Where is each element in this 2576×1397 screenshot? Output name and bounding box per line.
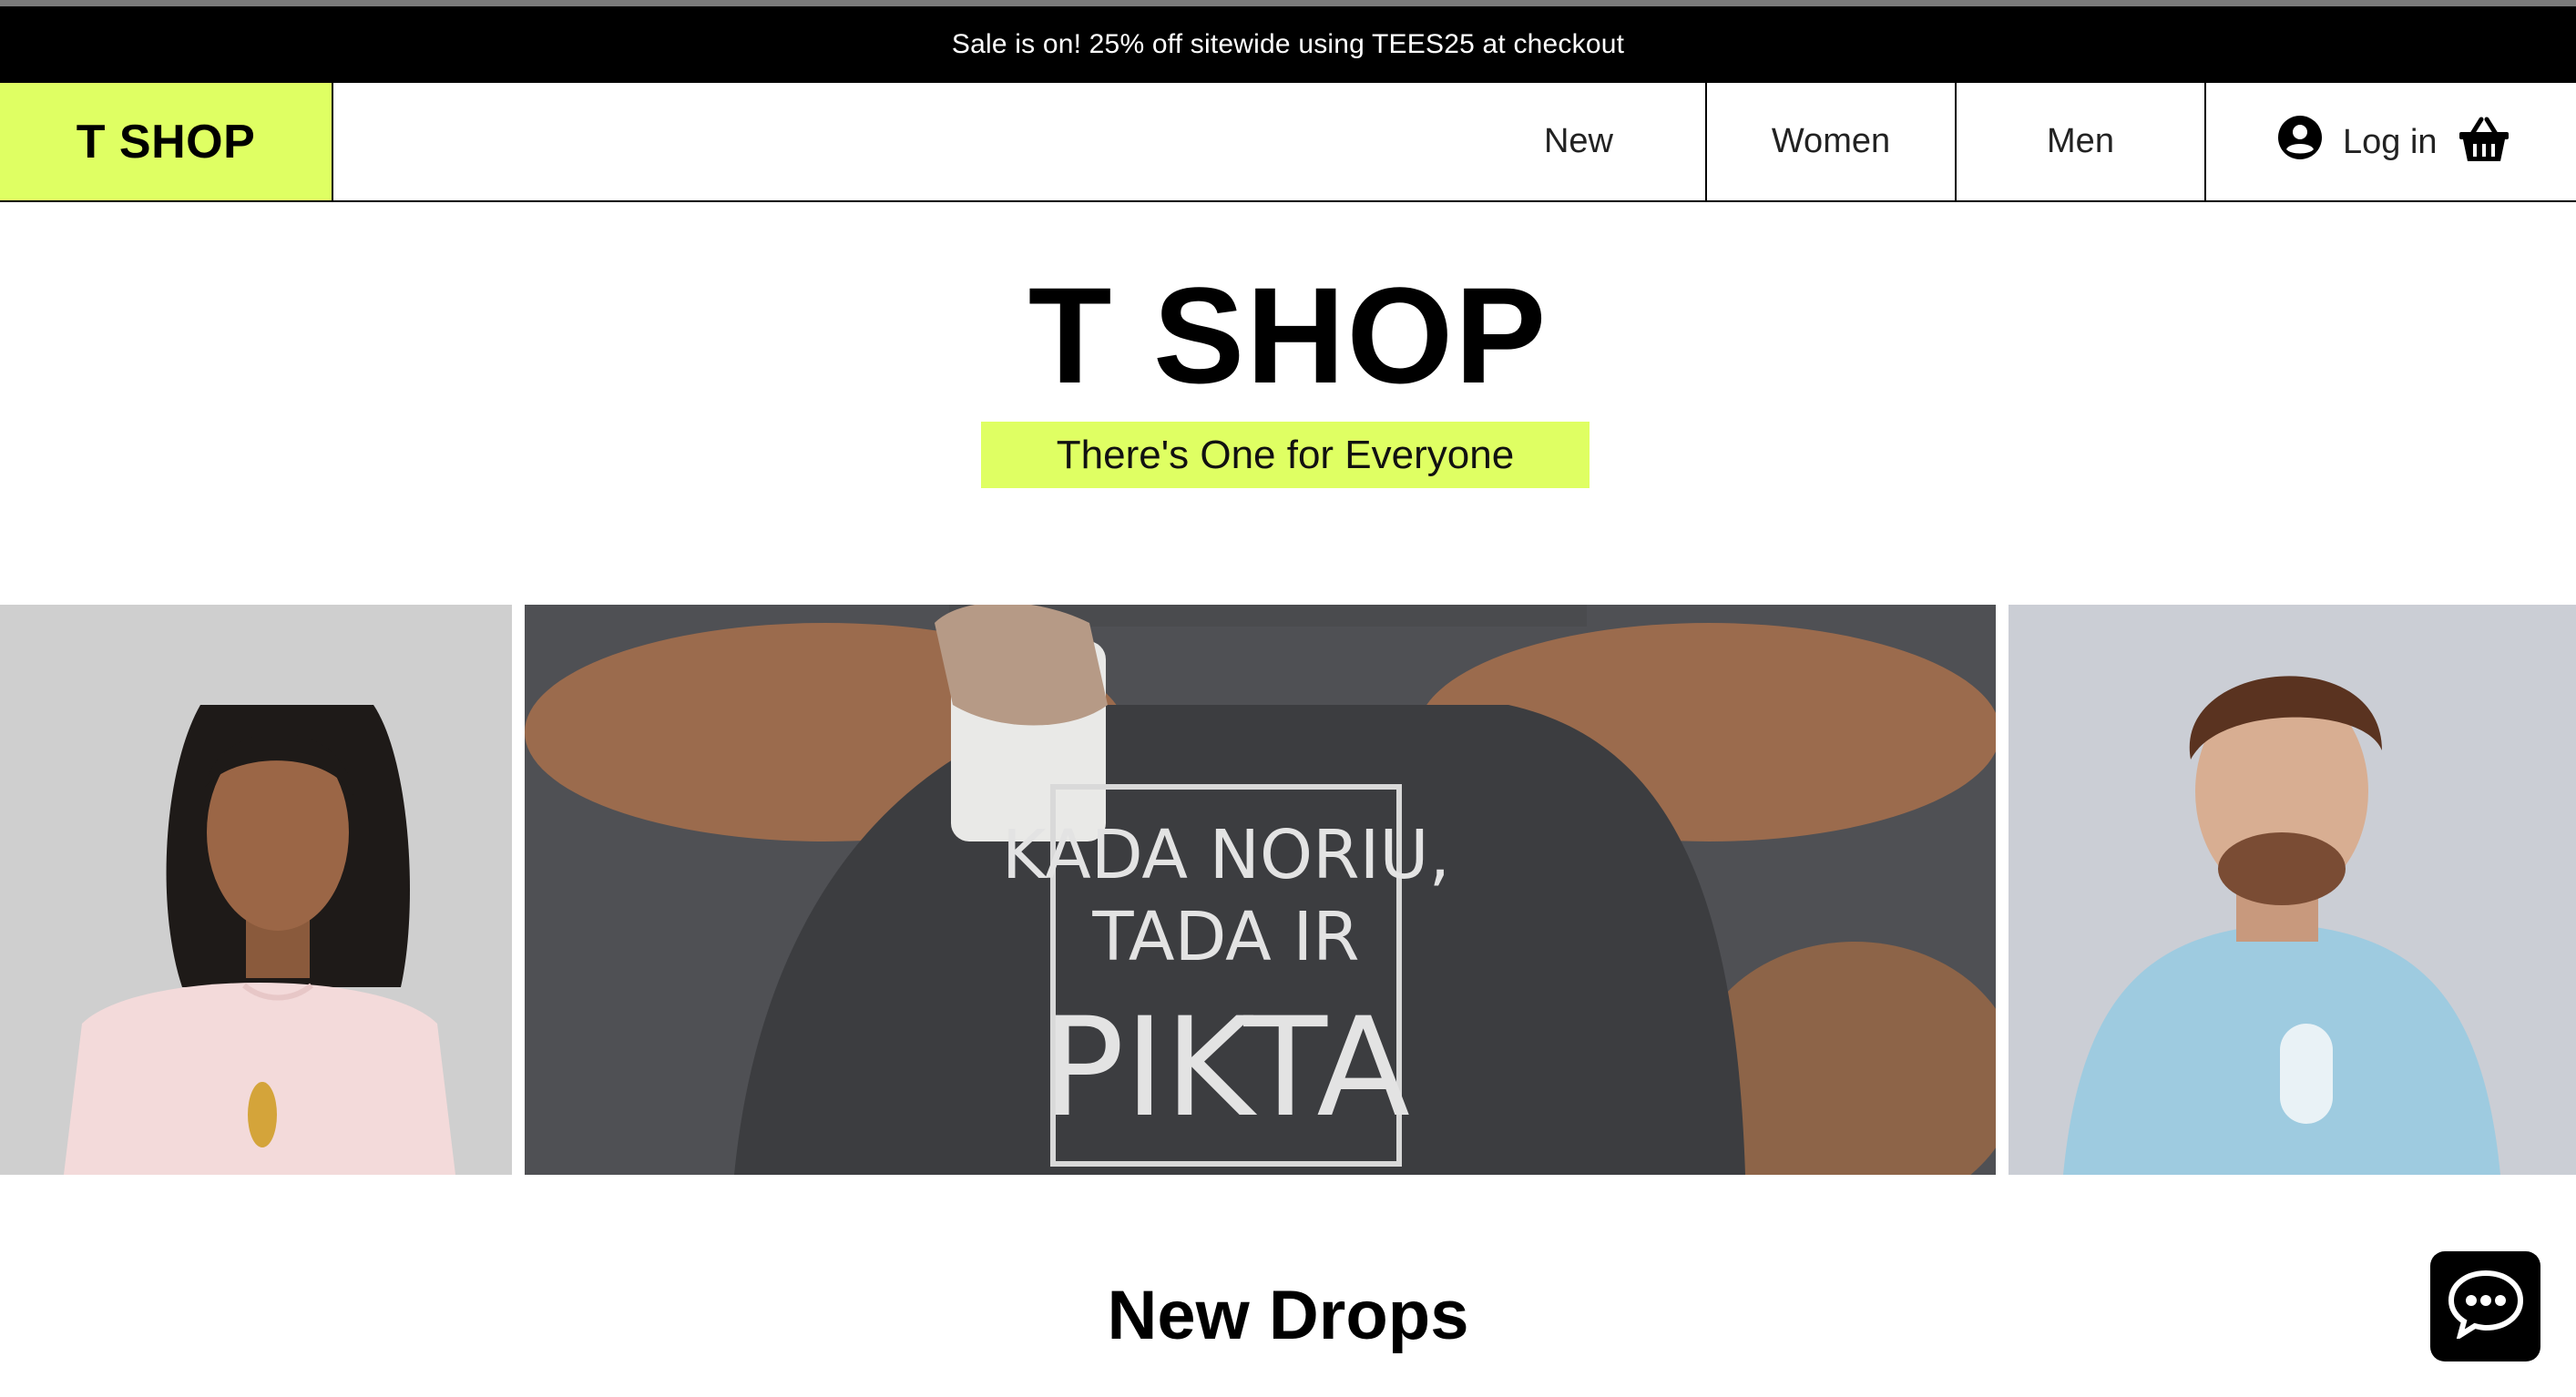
nav-item-new[interactable]: New bbox=[1452, 83, 1705, 200]
new-drops-heading: New Drops bbox=[1107, 1277, 1469, 1354]
chat-bubble-icon bbox=[2448, 1270, 2524, 1343]
announcement-bar: Sale is on! 25% off sitewide using TEES2… bbox=[0, 6, 2576, 83]
login-label: Log in bbox=[2343, 122, 2438, 161]
site-header: T SHOP New Women Men Log in bbox=[0, 83, 2576, 202]
shopping-basket-icon[interactable] bbox=[2458, 114, 2510, 167]
photo-man-blue-tshirt[interactable] bbox=[2009, 605, 2576, 1175]
browser-edge bbox=[0, 0, 2576, 6]
print-line-2: TADA IR bbox=[1091, 898, 1359, 976]
header-actions: Log in bbox=[2204, 83, 2576, 200]
login-button[interactable]: Log in bbox=[2277, 112, 2438, 172]
hero-title: T SHOP bbox=[1027, 259, 1549, 412]
account-icon bbox=[2277, 115, 2323, 169]
logo[interactable]: T SHOP bbox=[0, 83, 333, 200]
photo-sweatshirt-print[interactable]: KADA NORIU, TADA IR PIKTA bbox=[525, 605, 1996, 1175]
chat-button[interactable] bbox=[2430, 1251, 2540, 1361]
print-line-3: PIKTA bbox=[1042, 989, 1410, 1147]
print-line-1: KADA NORIU, bbox=[1002, 816, 1450, 894]
hero-tagline: There's One for Everyone bbox=[981, 422, 1590, 488]
nav-item-men[interactable]: Men bbox=[1955, 83, 2204, 200]
nav-item-women[interactable]: Women bbox=[1705, 83, 1955, 200]
photo-woman-pink-tshirt[interactable] bbox=[0, 605, 512, 1175]
announcement-text: Sale is on! 25% off sitewide using TEES2… bbox=[951, 29, 1625, 59]
